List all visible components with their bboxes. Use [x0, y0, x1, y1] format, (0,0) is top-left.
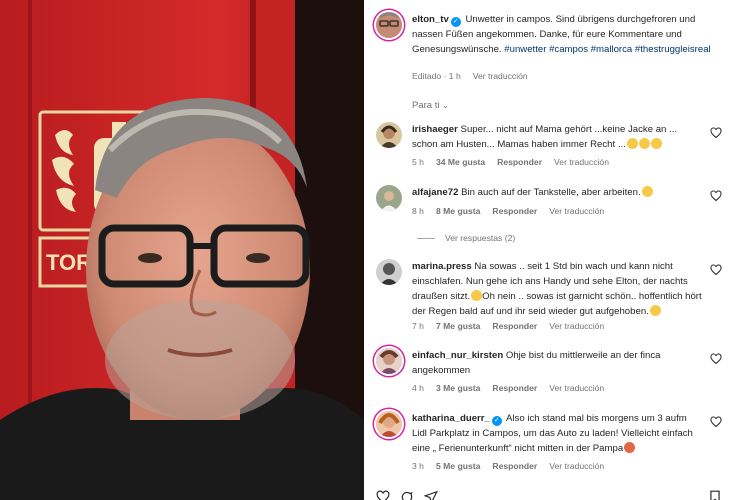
comment-body: katharina_duerr_ ✓ Also ich stand mal bis…: [412, 411, 704, 456]
comment-username[interactable]: marina.press: [412, 261, 472, 272]
heart-icon[interactable]: [710, 416, 722, 428]
reply-button[interactable]: Responder: [492, 321, 537, 331]
comment-avatar[interactable]: [376, 122, 402, 148]
post-actions-bar: [376, 490, 722, 500]
comment-meta: 7 h 7 Me gusta Responder Ver traducción: [412, 321, 616, 331]
caption-hashtags[interactable]: #unwetter #campos #mallorca #thestruggle…: [504, 44, 710, 55]
verified-icon: ✓: [450, 17, 461, 27]
comment-body: irishaeger Super... nicht auf Mama gehör…: [412, 122, 704, 152]
view-replies-button[interactable]: Ver respuestas (2): [417, 233, 515, 243]
chevron-down-icon: ⌄: [442, 101, 449, 110]
grinning-emoji-icon: [626, 138, 638, 149]
grinning-emoji-icon: [638, 138, 650, 149]
like-heart-icon[interactable]: [376, 490, 390, 500]
comment-sort-dropdown[interactable]: Para ti ⌄: [412, 100, 449, 111]
heart-icon[interactable]: [710, 264, 722, 276]
caption-translate-link[interactable]: Ver traducción: [473, 71, 528, 81]
translate-link[interactable]: Ver traducción: [549, 383, 604, 393]
heart-icon[interactable]: [710, 353, 722, 365]
comment-avatar[interactable]: [376, 185, 402, 211]
comment-username[interactable]: katharina_duerr_: [412, 413, 490, 424]
heart-icon[interactable]: [710, 127, 722, 139]
verified-icon: ✓: [491, 416, 502, 426]
praying-hands-emoji-icon: [649, 305, 661, 316]
reply-button[interactable]: Responder: [492, 206, 537, 216]
comment-username[interactable]: einfach_nur_kirsten: [412, 350, 503, 361]
translate-link[interactable]: Ver traducción: [549, 461, 604, 471]
comment-icon[interactable]: [400, 490, 414, 500]
sign-text: TOR: [46, 250, 92, 275]
reply-button[interactable]: Responder: [492, 461, 537, 471]
reply-button[interactable]: Responder: [492, 383, 537, 393]
author-avatar[interactable]: [376, 12, 402, 38]
comment-username[interactable]: irishaeger: [412, 124, 458, 135]
comment-time: 7 h: [412, 321, 424, 331]
edited-time: Editado · 1 h: [412, 71, 461, 81]
comment-body: einfach_nur_kirsten Ohje bist du mittler…: [412, 348, 704, 378]
view-replies-label: Ver respuestas (2): [445, 233, 516, 243]
comment-meta: 4 h 3 Me gusta Responder Ver traducción: [412, 383, 616, 393]
translate-link[interactable]: Ver traducción: [549, 321, 604, 331]
translate-link[interactable]: Ver traducción: [549, 206, 604, 216]
sort-label: Para ti: [412, 100, 440, 111]
replies-line: [417, 238, 435, 240]
comments-panel: elton_tv ✓ Unwetter in campos. Sind übrig…: [364, 0, 730, 500]
post-caption: elton_tv ✓ Unwetter in campos. Sind übrig…: [412, 12, 722, 57]
share-icon[interactable]: [424, 490, 438, 500]
comment-likes[interactable]: 7 Me gusta: [436, 321, 480, 331]
grinning-emoji-icon: [650, 138, 662, 149]
comment-likes[interactable]: 8 Me gusta: [436, 206, 480, 216]
comment-avatar[interactable]: [376, 348, 402, 374]
comment-likes[interactable]: 3 Me gusta: [436, 383, 480, 393]
comment-time: 3 h: [412, 461, 424, 471]
comment-time: 8 h: [412, 206, 424, 216]
heart-icon[interactable]: [710, 190, 722, 202]
comment-meta: 8 h 8 Me gusta Responder Ver traducción: [412, 206, 616, 216]
comment-likes[interactable]: 5 Me gusta: [436, 461, 480, 471]
comment-meta: 5 h 34 Me gusta Responder Ver traducción: [412, 157, 621, 167]
selfie-image: TOR: [0, 0, 364, 500]
comment-text: Bin auch auf der Tankstelle, aber arbeit…: [461, 187, 641, 198]
translate-link[interactable]: Ver traducción: [554, 157, 609, 167]
post-media[interactable]: TOR: [0, 0, 364, 500]
comment-avatar[interactable]: [376, 259, 402, 285]
caption-meta: Editado · 1 h Ver traducción: [412, 71, 540, 81]
author-username[interactable]: elton_tv: [412, 14, 449, 25]
save-bookmark-icon[interactable]: [708, 490, 722, 500]
thinking-emoji-icon: [471, 290, 483, 301]
tongue-out-emoji-icon: [624, 442, 636, 453]
reply-button[interactable]: Responder: [497, 157, 542, 167]
comment-body: alfajane72 Bin auch auf der Tankstelle, …: [412, 185, 704, 200]
comment-username[interactable]: alfajane72: [412, 187, 458, 198]
comment-time: 5 h: [412, 157, 424, 167]
comment-avatar[interactable]: [376, 411, 402, 437]
comment-meta: 3 h 5 Me gusta Responder Ver traducción: [412, 461, 616, 471]
comment-likes[interactable]: 34 Me gusta: [436, 157, 485, 167]
smiling-emoji-icon: [641, 186, 653, 197]
comment-body: marina.press Na sowas .. seit 1 Std bin …: [412, 259, 704, 319]
comment-time: 4 h: [412, 383, 424, 393]
